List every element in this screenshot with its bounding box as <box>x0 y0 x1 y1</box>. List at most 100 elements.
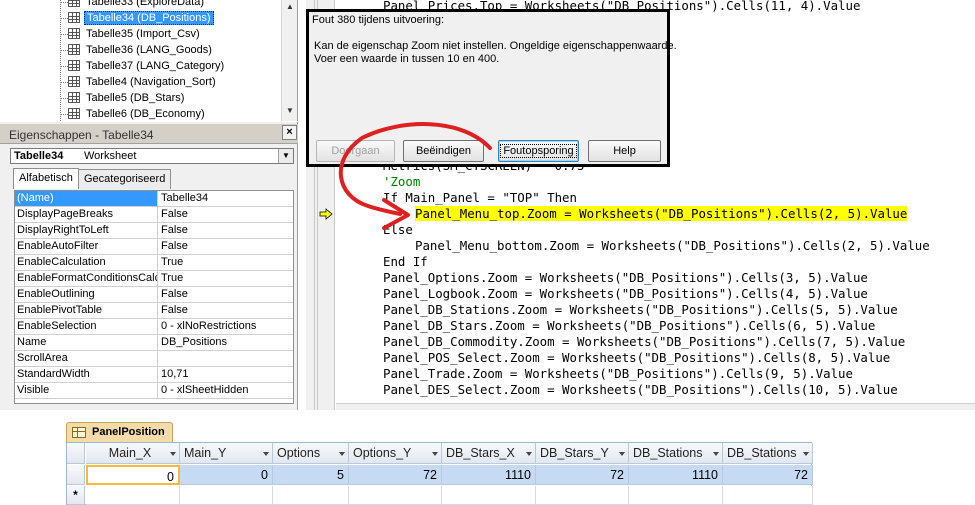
property-value[interactable]: False <box>159 287 293 302</box>
table-cell[interactable]: 1110 <box>442 465 536 485</box>
close-icon[interactable]: × <box>282 125 297 140</box>
code-line[interactable]: Else <box>383 222 413 238</box>
new-row-cell[interactable] <box>629 486 723 505</box>
scroll-up-icon[interactable]: ▲ <box>286 2 294 11</box>
tree-item-sheet[interactable]: Tabelle35 (Import_Csv) <box>68 26 202 42</box>
code-line-text: Panel_Options.Zoom = Worksheets("DB_Posi… <box>383 270 868 285</box>
code-line[interactable]: 'Zoom <box>383 174 420 190</box>
select-all-corner[interactable] <box>67 443 85 464</box>
property-row[interactable]: EnablePivotTable False <box>15 303 293 319</box>
tree-item-sheet[interactable]: Tabelle6 (DB_Economy) <box>68 106 207 121</box>
property-value[interactable]: True <box>159 271 293 286</box>
code-line-current[interactable]: Panel_Menu_top.Zoom = Worksheets("DB_Pos… <box>415 206 908 222</box>
column-header[interactable]: DB_Stations <box>629 443 723 464</box>
column-header[interactable]: DB_Stations <box>723 443 813 464</box>
row-selector[interactable] <box>67 465 85 485</box>
table-cell[interactable]: 72 <box>723 465 813 485</box>
code-line[interactable]: Panel_DES_Select.Zoom = Worksheets("DB_P… <box>383 382 898 398</box>
property-value[interactable]: 10,71 <box>159 367 293 382</box>
property-row[interactable]: ScrollArea <box>15 351 293 367</box>
continue-button[interactable]: Doorgaan <box>316 140 395 162</box>
property-row[interactable]: EnableFormatConditionsCalcu True <box>15 271 293 287</box>
code-line[interactable]: Panel_DB_Stations.Zoom = Worksheets("DB_… <box>383 302 898 318</box>
chevron-down-icon[interactable] <box>339 452 345 456</box>
property-value[interactable]: Tabelle34 <box>159 191 293 206</box>
property-name: EnableFormatConditionsCalcu <box>17 271 158 286</box>
code-line[interactable]: End If <box>383 254 428 270</box>
column-header[interactable]: DB_Stars_X <box>442 443 536 464</box>
tree-item-sheet[interactable]: Tabelle36 (LANG_Goods) <box>68 42 214 58</box>
property-value[interactable]: False <box>159 207 293 222</box>
chevron-down-icon[interactable] <box>713 452 719 456</box>
table-cell[interactable]: 1110 <box>629 465 723 485</box>
code-line[interactable]: If Main_Panel = "TOP" Then <box>383 190 577 206</box>
tree-item-sheet[interactable]: Tabelle37 (LANG_Category) <box>68 58 226 74</box>
property-value[interactable]: True <box>159 255 293 270</box>
table-cell[interactable]: 72 <box>349 465 442 485</box>
chevron-down-icon[interactable] <box>170 452 176 456</box>
property-value[interactable]: False <box>159 303 293 318</box>
project-explorer-scrollbar[interactable]: ▲ ▼ <box>281 0 297 121</box>
object-select[interactable]: Tabelle34 Worksheet ▼ <box>10 148 294 164</box>
property-row[interactable]: DisplayPageBreaks False <box>15 207 293 223</box>
code-line[interactable]: Panel_Trade.Zoom = Worksheets("DB_Positi… <box>383 366 853 382</box>
code-line[interactable]: Panel_Options.Zoom = Worksheets("DB_Posi… <box>383 270 868 286</box>
tree-item-sheet[interactable]: Tabelle33 (ExploreData) <box>68 0 206 10</box>
property-value[interactable]: DB_Positions <box>159 335 293 350</box>
code-line-text: Panel_Trade.Zoom = Worksheets("DB_Positi… <box>383 366 853 381</box>
code-line[interactable]: Panel_DB_Stars.Zoom = Worksheets("DB_Pos… <box>383 318 875 334</box>
help-button[interactable]: Help <box>588 140 661 162</box>
table-cell[interactable]: 5 <box>273 465 349 485</box>
chevron-down-icon[interactable] <box>803 452 809 456</box>
chevron-down-icon[interactable] <box>526 452 532 456</box>
tab-alfabetisch[interactable]: Alfabetisch <box>13 168 79 189</box>
scroll-down-icon[interactable]: ▼ <box>286 106 294 115</box>
column-header[interactable]: Main_Y <box>180 443 273 464</box>
code-line[interactable]: Panel_Menu_bottom.Zoom = Worksheets("DB_… <box>415 238 930 254</box>
property-value[interactable]: False <box>159 223 293 238</box>
new-row-cell[interactable] <box>349 486 442 505</box>
code-line[interactable]: Panel_DB_Commodity.Zoom = Worksheets("DB… <box>383 334 905 350</box>
new-row-cell[interactable] <box>86 486 180 505</box>
tree-item-sheet[interactable]: Tabelle4 (Navigation_Sort) <box>68 74 218 90</box>
chevron-down-icon[interactable] <box>432 452 438 456</box>
property-row[interactable]: DisplayRightToLeft False <box>15 223 293 239</box>
code-line[interactable]: Panel_Logbook.Zoom = Worksheets("DB_Posi… <box>383 286 868 302</box>
table-tab-panelposition[interactable]: PanelPosition <box>66 422 173 442</box>
property-row[interactable]: EnableAutoFilter False <box>15 239 293 255</box>
new-row-cell[interactable] <box>536 486 629 505</box>
property-value[interactable]: False <box>159 239 293 254</box>
property-value[interactable]: 0 - xlSheetHidden <box>159 383 293 398</box>
debug-button[interactable]: Foutopsporing <box>498 140 579 162</box>
tree-item-sheet[interactable]: Tabelle34 (DB_Positions) <box>68 10 214 26</box>
new-row-cell[interactable] <box>442 486 536 505</box>
property-row[interactable]: EnableCalculation True <box>15 255 293 271</box>
new-row-marker[interactable]: * <box>67 486 85 505</box>
property-row[interactable]: EnableSelection 0 - xlNoRestrictions <box>15 319 293 335</box>
tab-gecategoriseerd[interactable]: Gecategoriseerd <box>78 169 172 189</box>
end-button[interactable]: Beëindigen <box>403 140 484 162</box>
column-header[interactable]: DB_Stars_Y <box>536 443 629 464</box>
tree-item-sheet[interactable]: Tabelle5 (DB_Stars) <box>68 90 186 106</box>
chevron-down-icon[interactable]: ▼ <box>278 149 293 163</box>
property-value[interactable]: 0 - xlNoRestrictions <box>159 319 293 334</box>
property-row[interactable]: StandardWidth 10,71 <box>15 367 293 383</box>
property-row[interactable]: (Name) Tabelle34 <box>15 191 293 207</box>
property-row[interactable]: Name DB_Positions <box>15 335 293 351</box>
code-horizontal-scrollbar[interactable] <box>336 403 975 410</box>
new-row-cell[interactable] <box>180 486 273 505</box>
property-value[interactable] <box>159 351 293 366</box>
chevron-down-icon[interactable] <box>619 452 625 456</box>
property-row[interactable]: EnableOutlining False <box>15 287 293 303</box>
column-header[interactable]: Options_Y <box>349 443 442 464</box>
table-cell[interactable]: 0 <box>86 465 180 485</box>
property-row[interactable]: Visible 0 - xlSheetHidden <box>15 383 293 399</box>
new-row-cell[interactable] <box>723 486 813 505</box>
table-cell[interactable]: 72 <box>536 465 629 485</box>
code-line[interactable]: Panel_POS_Select.Zoom = Worksheets("DB_P… <box>383 350 890 366</box>
column-header[interactable]: Main_X <box>86 443 180 464</box>
new-row-cell[interactable] <box>273 486 349 505</box>
table-cell[interactable]: 0 <box>180 465 273 485</box>
chevron-down-icon[interactable] <box>263 452 269 456</box>
column-header[interactable]: Options <box>273 443 349 464</box>
